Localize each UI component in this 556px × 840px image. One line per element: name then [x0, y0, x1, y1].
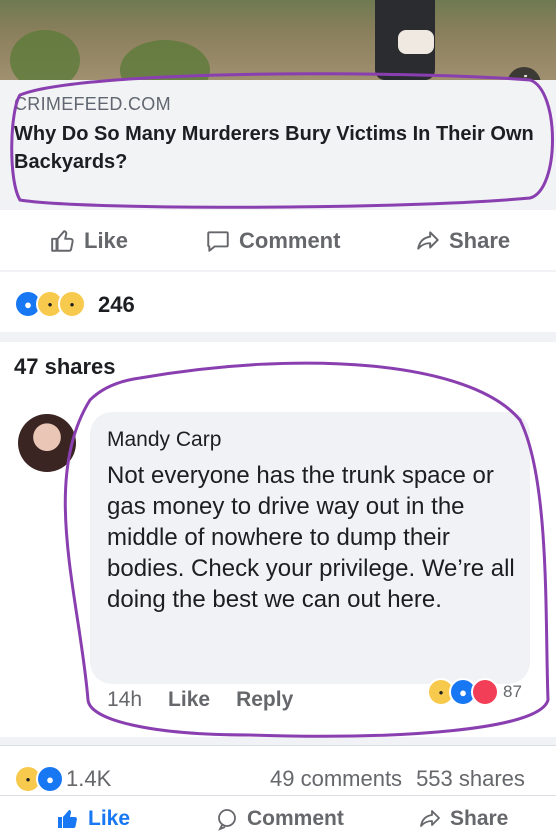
share-icon	[417, 231, 439, 250]
thumbs-up-icon	[51, 230, 74, 252]
outer-comments-count[interactable]: 49 comments	[270, 766, 402, 792]
comment-author[interactable]: Mandy Carp	[107, 428, 221, 452]
thumbs-up-icon	[58, 809, 77, 829]
shares-count[interactable]: 47 shares	[14, 354, 116, 380]
image-shrub	[10, 30, 80, 80]
comment-icon	[207, 231, 229, 252]
outer-like-label: Like	[88, 807, 131, 830]
like-reaction-icon: ●	[36, 765, 64, 793]
share-button[interactable]: Share	[415, 228, 510, 254]
share-icon	[420, 810, 440, 827]
love-reaction-icon	[471, 678, 499, 706]
comment-meta: 14h Like Reply	[107, 688, 293, 712]
outer-shares-count[interactable]: 553 shares	[416, 766, 525, 792]
link-preview-image[interactable]	[0, 0, 556, 80]
comment-label: Comment	[239, 228, 341, 253]
image-glove	[398, 30, 434, 54]
outer-comment-label: Comment	[247, 807, 344, 830]
reaction-icons[interactable]: ● • •	[14, 290, 86, 318]
outer-reaction-icons[interactable]: • ●	[14, 765, 64, 793]
like-label: Like	[84, 228, 129, 253]
comment-text: Not everyone has the trunk space or gas …	[107, 462, 515, 613]
outer-post-counts: 49 comments 553 shares	[270, 766, 525, 792]
image-shrub	[120, 40, 210, 80]
avatar[interactable]	[18, 414, 76, 472]
comment-like-button[interactable]: Like	[168, 688, 210, 712]
sad-reaction-icon: •	[58, 290, 86, 318]
outer-share-button[interactable]: Share	[418, 807, 508, 831]
outer-reaction-count[interactable]: 1.4K	[66, 766, 111, 792]
outer-share-label: Share	[450, 807, 509, 830]
comment-reactions[interactable]: • ● 87	[427, 678, 522, 706]
comment-time[interactable]: 14h	[107, 688, 142, 712]
comment-icon	[218, 809, 236, 831]
comment-reaction-count: 87	[503, 682, 522, 701]
reaction-count[interactable]: 246	[98, 292, 135, 318]
comment-button[interactable]: Comment	[205, 228, 340, 254]
outer-like-button[interactable]: Like	[56, 807, 130, 831]
link-headline[interactable]: Why Do So Many Murderers Bury Victims In…	[14, 120, 544, 176]
like-button[interactable]: Like	[50, 228, 128, 254]
comment-reply-button[interactable]: Reply	[236, 688, 293, 712]
share-label: Share	[449, 228, 511, 253]
outer-comment-button[interactable]: Comment	[215, 807, 344, 831]
link-domain: CRIMEFEED.COM	[14, 94, 171, 114]
